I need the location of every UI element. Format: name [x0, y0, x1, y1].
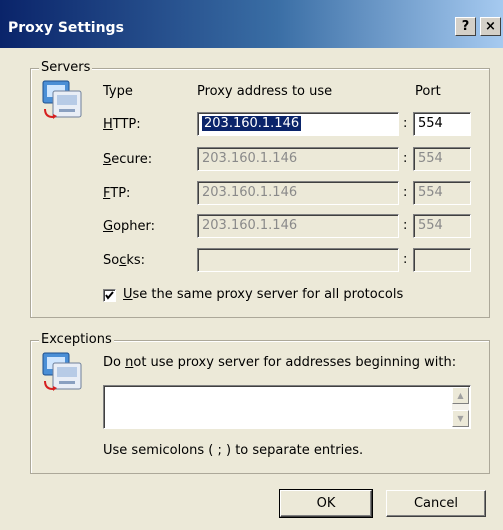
exceptions-instruction: Do not use proxy server for addresses be… [103, 355, 457, 370]
gopher-label: Gopher: [103, 219, 156, 234]
socks-address-input[interactable] [197, 248, 399, 272]
network-computers-icon [41, 79, 85, 123]
type-header: Type [103, 84, 133, 99]
secure-colon: : [403, 151, 408, 166]
secure-address-input[interactable]: 203.160.1.146 [197, 147, 399, 171]
servers-group: Servers Type Proxy address to use Port H… [30, 60, 490, 318]
ftp-port-input[interactable]: 554 [413, 181, 471, 205]
secure-label: Secure: [103, 152, 153, 167]
socks-colon: : [403, 252, 408, 267]
ok-button[interactable]: OK [279, 489, 373, 518]
exceptions-legend: Exceptions [39, 332, 114, 347]
scroll-down-icon[interactable]: ▼ [452, 410, 469, 427]
exceptions-hint: Use semicolons ( ; ) to separate entries… [103, 443, 364, 458]
http-label: HTTP: [103, 117, 141, 132]
http-port-input[interactable]: 554 [413, 112, 471, 136]
http-address-input[interactable]: 203.160.1.146 [197, 112, 399, 136]
network-computers-icon [41, 351, 85, 395]
port-header: Port [415, 84, 441, 99]
gopher-port-input[interactable]: 554 [413, 214, 471, 238]
title-bar[interactable]: Proxy Settings ? × [0, 0, 503, 48]
gopher-address-input[interactable]: 203.160.1.146 [197, 214, 399, 238]
http-colon: : [403, 116, 408, 131]
help-button[interactable]: ? [455, 17, 476, 36]
gopher-colon: : [403, 218, 408, 233]
address-header: Proxy address to use [197, 84, 333, 99]
scroll-up-icon[interactable]: ▲ [452, 387, 469, 404]
close-button[interactable]: × [480, 17, 501, 36]
exceptions-input[interactable]: ▲ ▼ [103, 385, 471, 429]
ftp-address-input[interactable]: 203.160.1.146 [197, 181, 399, 205]
same-proxy-label[interactable]: Use the same proxy server for all protoc… [123, 287, 403, 302]
checkmark-icon [105, 291, 114, 300]
socks-label: Socks: [103, 253, 146, 268]
window-title: Proxy Settings [8, 20, 124, 36]
socks-port-input[interactable] [413, 248, 471, 272]
cancel-button[interactable]: Cancel [386, 490, 486, 517]
proxy-settings-dialog: Proxy Settings ? × Servers Type Proxy ad… [0, 0, 503, 530]
ftp-colon: : [403, 185, 408, 200]
secure-port-input[interactable]: 554 [413, 147, 471, 171]
exceptions-group: Exceptions Do not use proxy server for a… [30, 332, 490, 474]
same-proxy-checkbox[interactable] [103, 289, 116, 302]
exceptions-scrollbar[interactable]: ▲ ▼ [452, 387, 469, 427]
ftp-label: FTP: [103, 186, 131, 201]
servers-legend: Servers [39, 60, 93, 75]
